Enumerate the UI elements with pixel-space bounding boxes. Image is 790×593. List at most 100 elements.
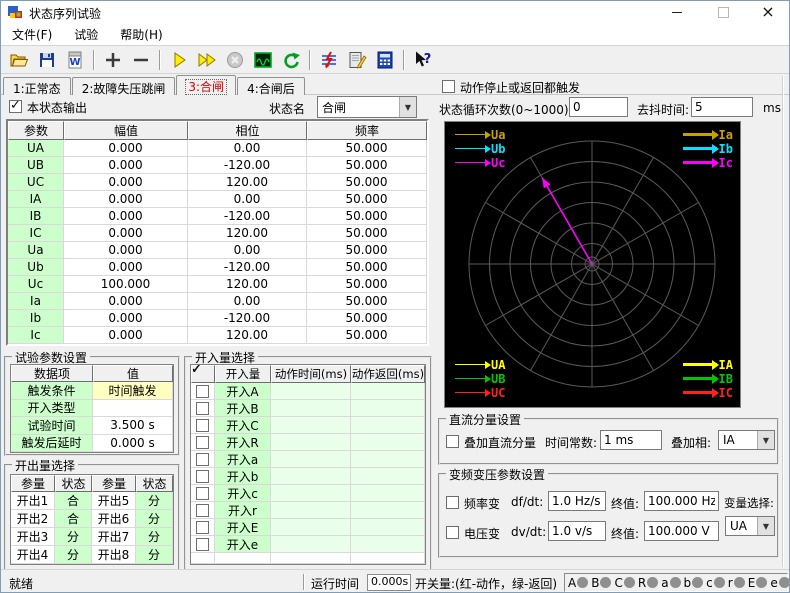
binary-in-checkbox[interactable] <box>196 402 209 415</box>
menu-test[interactable]: 试验 <box>63 23 109 46</box>
action-stop-return-checkbox[interactable] <box>442 80 455 93</box>
col-header-param[interactable]: 参数 <box>8 121 64 140</box>
save-floppy-icon <box>37 50 57 70</box>
col-header-frequency[interactable]: 频率 <box>307 121 427 140</box>
col-header-amplitude[interactable]: 幅值 <box>64 121 188 140</box>
dfdt-input[interactable] <box>548 491 606 511</box>
status-ready: 就绪 <box>9 575 33 592</box>
volt-end-label: 终值: <box>611 525 639 542</box>
toolbar-separator <box>403 50 405 70</box>
indicator-dot <box>756 577 767 588</box>
dvdt-input[interactable] <box>548 521 606 541</box>
switch-indicator: r <box>728 576 745 590</box>
legend-current-abc-upper: IA IB IC <box>683 358 733 399</box>
binary-in-checkbox[interactable] <box>196 487 209 500</box>
switch-indicator: a <box>661 576 680 590</box>
chevron-down-icon[interactable] <box>757 517 774 535</box>
table-row: 开出2合开出6分 <box>11 510 173 528</box>
group-title: 开出量选择 <box>12 457 78 474</box>
table-row: Ib0.000-120.0050.000 <box>8 310 427 327</box>
var-select-combo[interactable]: UA <box>725 516 775 536</box>
dc-component-group: 直流分量设置 叠加直流分量 时间常数: 叠加相: IA <box>438 418 779 465</box>
superimpose-phase-select[interactable]: IA <box>718 430 775 450</box>
chevron-down-icon[interactable] <box>399 97 416 117</box>
table-row: 开出4分开出8分 <box>11 546 173 564</box>
state-output-checkbox[interactable] <box>9 100 22 113</box>
state-name-select[interactable]: 合闸 <box>317 96 417 118</box>
run-all-button[interactable] <box>193 47 221 72</box>
indicator-dot <box>647 577 658 588</box>
runtime-label: 运行时间 <box>311 575 359 592</box>
help-button[interactable]: ? <box>409 47 437 72</box>
loop-count-input[interactable] <box>569 97 628 117</box>
arrow-icon <box>683 391 717 394</box>
legend-voltage-abc-lower: Ua Ub Uc <box>455 128 505 169</box>
binary-in-checkbox[interactable] <box>196 419 209 432</box>
binary-in-checkbox[interactable] <box>196 470 209 483</box>
remove-state-button[interactable] <box>127 47 155 72</box>
binary-in-checkbox[interactable] <box>196 385 209 398</box>
app-icon <box>7 4 23 20</box>
close-icon[interactable] <box>745 1 790 23</box>
dc-superimpose-checkbox[interactable] <box>446 435 459 448</box>
toolbar-separator <box>93 50 95 70</box>
freq-end-input[interactable] <box>644 491 719 511</box>
menu-help[interactable]: 帮助(H) <box>109 23 173 46</box>
menu-file[interactable]: 文件(F) <box>1 23 63 46</box>
arrow-icon <box>455 162 489 163</box>
indicator-dot <box>577 577 588 588</box>
add-state-button[interactable] <box>99 47 127 72</box>
save-button[interactable] <box>33 47 61 72</box>
tab-state-2[interactable]: 2:故障失压跳闸 <box>72 77 176 95</box>
chevron-down-icon[interactable] <box>757 431 774 449</box>
minimize-icon[interactable] <box>654 1 700 23</box>
toolbar-separator <box>309 50 311 70</box>
binary-in-checkbox[interactable] <box>196 453 209 466</box>
stop-button[interactable] <box>221 47 249 72</box>
indicator-dot <box>600 577 611 588</box>
table-row: 开入b <box>191 468 425 485</box>
phase-parameter-table: 参数 幅值 相位 频率 UA0.0000.0050.000 UB0.000-12… <box>6 119 429 346</box>
binary-out-group: 开出量选择 参量 状态 参量 状态 开出1合开出5分 开出2合开出6分 开出3分… <box>4 464 180 571</box>
export-word-button[interactable]: W <box>61 47 89 72</box>
switch-indicator: e <box>770 576 789 590</box>
svg-text:?: ? <box>424 52 432 67</box>
volt-end-input[interactable] <box>644 521 719 541</box>
maximize-icon[interactable] <box>700 1 746 23</box>
open-button[interactable] <box>5 47 33 72</box>
volt-change-checkbox[interactable] <box>446 526 459 539</box>
title-bar: 状态序列试验 <box>1 1 789 23</box>
status-bar: 就绪 运行时间 0.000s 开关量:(红-动作，绿-返回) A B C R a… <box>1 569 789 593</box>
freq-change-checkbox[interactable] <box>446 496 459 509</box>
action-stop-return-label: 动作停止或返回都触发 <box>460 79 580 96</box>
toolbar-separator <box>159 50 161 70</box>
table-row: 试验时间3.500 s <box>11 417 173 435</box>
impulse-button[interactable] <box>315 47 343 72</box>
tab-state-1[interactable]: 1:正常态 <box>3 77 71 95</box>
report-button[interactable] <box>343 47 371 72</box>
time-constant-input[interactable] <box>600 430 662 450</box>
waveform-button[interactable] <box>249 47 277 72</box>
tab-state-4[interactable]: 4:合闸后 <box>237 77 305 95</box>
switch-legend-label: 开关量:(红-动作，绿-返回) <box>415 575 557 592</box>
table-row: 开入e <box>191 536 425 553</box>
binary-in-group: 开入量选择 开入量 动作时间(ms) 动作返回(ms) 开入A 开入B 开入C … <box>184 356 432 571</box>
undo-button[interactable] <box>277 47 305 72</box>
binary-in-checkbox[interactable] <box>196 521 209 534</box>
binary-in-checkbox[interactable] <box>196 504 209 517</box>
dfdt-label: df/dt: <box>511 495 543 509</box>
switch-indicator: B <box>591 576 611 590</box>
binary-in-checkbox[interactable] <box>196 436 209 449</box>
binary-in-checkbox[interactable] <box>196 538 209 551</box>
tab-state-3[interactable]: 3:合闸 <box>176 75 236 95</box>
debounce-input[interactable] <box>691 97 753 117</box>
table-row: Ic0.000120.0050.000 <box>8 327 427 344</box>
arrow-icon <box>683 133 717 136</box>
calculator-button[interactable] <box>371 47 399 72</box>
app-window: 状态序列试验 文件(F) 试验 帮助(H) <box>0 0 790 593</box>
open-folder-icon <box>9 50 29 70</box>
test-params-table: 数据项 值 触发条件时间触发 开入类型 试验时间3.500 s 触发后延时0.0… <box>10 364 174 453</box>
table-row: 开出1合开出5分 <box>11 492 173 510</box>
col-header-phase[interactable]: 相位 <box>188 121 307 140</box>
run-button[interactable] <box>165 47 193 72</box>
